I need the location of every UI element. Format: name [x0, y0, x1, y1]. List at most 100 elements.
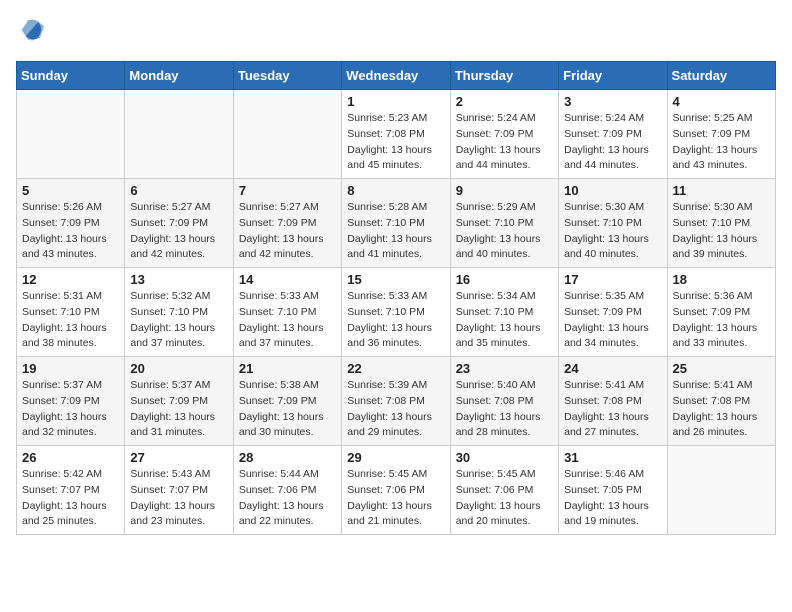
logo-icon — [18, 16, 46, 44]
day-number: 12 — [22, 272, 119, 287]
calendar-cell — [17, 90, 125, 179]
day-number: 7 — [239, 183, 336, 198]
day-info: Sunrise: 5:34 AMSunset: 7:10 PMDaylight:… — [456, 289, 553, 352]
page-header — [16, 16, 776, 49]
day-info: Sunrise: 5:37 AMSunset: 7:09 PMDaylight:… — [130, 378, 227, 441]
calendar-cell: 17 Sunrise: 5:35 AMSunset: 7:09 PMDayligh… — [559, 268, 667, 357]
day-info: Sunrise: 5:26 AMSunset: 7:09 PMDaylight:… — [22, 200, 119, 263]
day-number: 31 — [564, 450, 661, 465]
calendar-cell: 29 Sunrise: 5:45 AMSunset: 7:06 PMDayligh… — [342, 446, 450, 535]
day-number: 5 — [22, 183, 119, 198]
calendar-cell: 28Sunrise: 5:44 AMSunset: 7:06 PMDayligh… — [233, 446, 341, 535]
day-number: 16 — [456, 272, 553, 287]
calendar-cell: 16 Sunrise: 5:34 AMSunset: 7:10 PMDayligh… — [450, 268, 558, 357]
day-number: 9 — [456, 183, 553, 198]
calendar-week-3: 12 Sunrise: 5:31 AMSunset: 7:10 PMDayligh… — [17, 268, 776, 357]
day-number: 29 — [347, 450, 444, 465]
calendar-table: SundayMondayTuesdayWednesdayThursdayFrid… — [16, 61, 776, 535]
calendar-cell: 19Sunrise: 5:37 AMSunset: 7:09 PMDayligh… — [17, 357, 125, 446]
day-number: 14 — [239, 272, 336, 287]
calendar-cell: 12 Sunrise: 5:31 AMSunset: 7:10 PMDayligh… — [17, 268, 125, 357]
calendar-cell: 27 Sunrise: 5:43 AMSunset: 7:07 PMDayligh… — [125, 446, 233, 535]
calendar-cell: 30Sunrise: 5:45 AMSunset: 7:06 PMDayligh… — [450, 446, 558, 535]
day-info: Sunrise: 5:42 AMSunset: 7:07 PMDaylight:… — [22, 467, 119, 530]
day-info: Sunrise: 5:28 AMSunset: 7:10 PMDaylight:… — [347, 200, 444, 263]
day-number: 8 — [347, 183, 444, 198]
logo-text — [16, 16, 46, 49]
calendar-cell: 25 Sunrise: 5:41 AMSunset: 7:08 PMDayligh… — [667, 357, 775, 446]
day-info: Sunrise: 5:33 AMSunset: 7:10 PMDaylight:… — [239, 289, 336, 352]
day-number: 23 — [456, 361, 553, 376]
day-info: Sunrise: 5:24 AMSunset: 7:09 PMDaylight:… — [456, 111, 553, 174]
calendar-cell: 14 Sunrise: 5:33 AMSunset: 7:10 PMDayligh… — [233, 268, 341, 357]
day-info: Sunrise: 5:38 AMSunset: 7:09 PMDaylight:… — [239, 378, 336, 441]
calendar-cell: 13Sunrise: 5:32 AMSunset: 7:10 PMDayligh… — [125, 268, 233, 357]
day-info: Sunrise: 5:30 AMSunset: 7:10 PMDaylight:… — [564, 200, 661, 263]
day-info: Sunrise: 5:27 AMSunset: 7:09 PMDaylight:… — [130, 200, 227, 263]
calendar-cell: 21 Sunrise: 5:38 AMSunset: 7:09 PMDayligh… — [233, 357, 341, 446]
day-info: Sunrise: 5:40 AMSunset: 7:08 PMDaylight:… — [456, 378, 553, 441]
calendar-cell: 9Sunrise: 5:29 AMSunset: 7:10 PMDaylight… — [450, 179, 558, 268]
day-info: Sunrise: 5:39 AMSunset: 7:08 PMDaylight:… — [347, 378, 444, 441]
calendar-cell — [125, 90, 233, 179]
day-number: 4 — [673, 94, 770, 109]
day-number: 21 — [239, 361, 336, 376]
day-info: Sunrise: 5:33 AMSunset: 7:10 PMDaylight:… — [347, 289, 444, 352]
calendar-cell: 15 Sunrise: 5:33 AMSunset: 7:10 PMDayligh… — [342, 268, 450, 357]
calendar-cell: 26Sunrise: 5:42 AMSunset: 7:07 PMDayligh… — [17, 446, 125, 535]
day-number: 3 — [564, 94, 661, 109]
calendar-header-row: SundayMondayTuesdayWednesdayThursdayFrid… — [17, 62, 776, 90]
day-number: 19 — [22, 361, 119, 376]
day-info: Sunrise: 5:43 AMSunset: 7:07 PMDaylight:… — [130, 467, 227, 530]
day-info: Sunrise: 5:23 AMSunset: 7:08 PMDaylight:… — [347, 111, 444, 174]
day-info: Sunrise: 5:27 AMSunset: 7:09 PMDaylight:… — [239, 200, 336, 263]
calendar-cell: 11Sunrise: 5:30 AMSunset: 7:10 PMDayligh… — [667, 179, 775, 268]
day-number: 17 — [564, 272, 661, 287]
calendar-week-1: 1 Sunrise: 5:23 AMSunset: 7:08 PMDaylight… — [17, 90, 776, 179]
calendar-header-saturday: Saturday — [667, 62, 775, 90]
calendar-cell: 20 Sunrise: 5:37 AMSunset: 7:09 PMDayligh… — [125, 357, 233, 446]
calendar-cell: 18 Sunrise: 5:36 AMSunset: 7:09 PMDayligh… — [667, 268, 775, 357]
day-info: Sunrise: 5:45 AMSunset: 7:06 PMDaylight:… — [347, 467, 444, 530]
day-number: 2 — [456, 94, 553, 109]
calendar-cell: 2 Sunrise: 5:24 AMSunset: 7:09 PMDaylight… — [450, 90, 558, 179]
day-number: 27 — [130, 450, 227, 465]
calendar-body: 1 Sunrise: 5:23 AMSunset: 7:08 PMDaylight… — [17, 90, 776, 535]
day-number: 13 — [130, 272, 227, 287]
day-info: Sunrise: 5:35 AMSunset: 7:09 PMDaylight:… — [564, 289, 661, 352]
day-number: 10 — [564, 183, 661, 198]
calendar-cell: 22Sunrise: 5:39 AMSunset: 7:08 PMDayligh… — [342, 357, 450, 446]
day-info: Sunrise: 5:24 AMSunset: 7:09 PMDaylight:… — [564, 111, 661, 174]
day-number: 25 — [673, 361, 770, 376]
calendar-cell: 23 Sunrise: 5:40 AMSunset: 7:08 PMDayligh… — [450, 357, 558, 446]
day-number: 11 — [673, 183, 770, 198]
day-number: 6 — [130, 183, 227, 198]
calendar-cell: 6 Sunrise: 5:27 AMSunset: 7:09 PMDaylight… — [125, 179, 233, 268]
calendar-cell: 31Sunrise: 5:46 AMSunset: 7:05 PMDayligh… — [559, 446, 667, 535]
day-number: 1 — [347, 94, 444, 109]
day-info: Sunrise: 5:41 AMSunset: 7:08 PMDaylight:… — [673, 378, 770, 441]
day-info: Sunrise: 5:31 AMSunset: 7:10 PMDaylight:… — [22, 289, 119, 352]
calendar-cell: 24 Sunrise: 5:41 AMSunset: 7:08 PMDayligh… — [559, 357, 667, 446]
calendar-header-wednesday: Wednesday — [342, 62, 450, 90]
calendar-cell: 1 Sunrise: 5:23 AMSunset: 7:08 PMDaylight… — [342, 90, 450, 179]
logo — [16, 16, 46, 49]
day-number: 20 — [130, 361, 227, 376]
calendar-header-thursday: Thursday — [450, 62, 558, 90]
calendar-week-5: 26Sunrise: 5:42 AMSunset: 7:07 PMDayligh… — [17, 446, 776, 535]
day-number: 24 — [564, 361, 661, 376]
calendar-header-friday: Friday — [559, 62, 667, 90]
calendar-header-monday: Monday — [125, 62, 233, 90]
calendar-cell: 8 Sunrise: 5:28 AMSunset: 7:10 PMDaylight… — [342, 179, 450, 268]
calendar-week-4: 19 Sunrise: 5:37 AMSunset: 7:09 PMDayligh… — [17, 357, 776, 446]
calendar-week-2: 5 Sunrise: 5:26 AMSunset: 7:09 PMDaylight… — [17, 179, 776, 268]
calendar-cell — [233, 90, 341, 179]
calendar-cell: 4Sunrise: 5:25 AMSunset: 7:09 PMDaylight… — [667, 90, 775, 179]
day-number: 15 — [347, 272, 444, 287]
day-info: Sunrise: 5:36 AMSunset: 7:09 PMDaylight:… — [673, 289, 770, 352]
day-number: 28 — [239, 450, 336, 465]
calendar-header-sunday: Sunday — [17, 62, 125, 90]
day-info: Sunrise: 5:41 AMSunset: 7:08 PMDaylight:… — [564, 378, 661, 441]
calendar-cell: 5 Sunrise: 5:26 AMSunset: 7:09 PMDaylight… — [17, 179, 125, 268]
day-number: 18 — [673, 272, 770, 287]
